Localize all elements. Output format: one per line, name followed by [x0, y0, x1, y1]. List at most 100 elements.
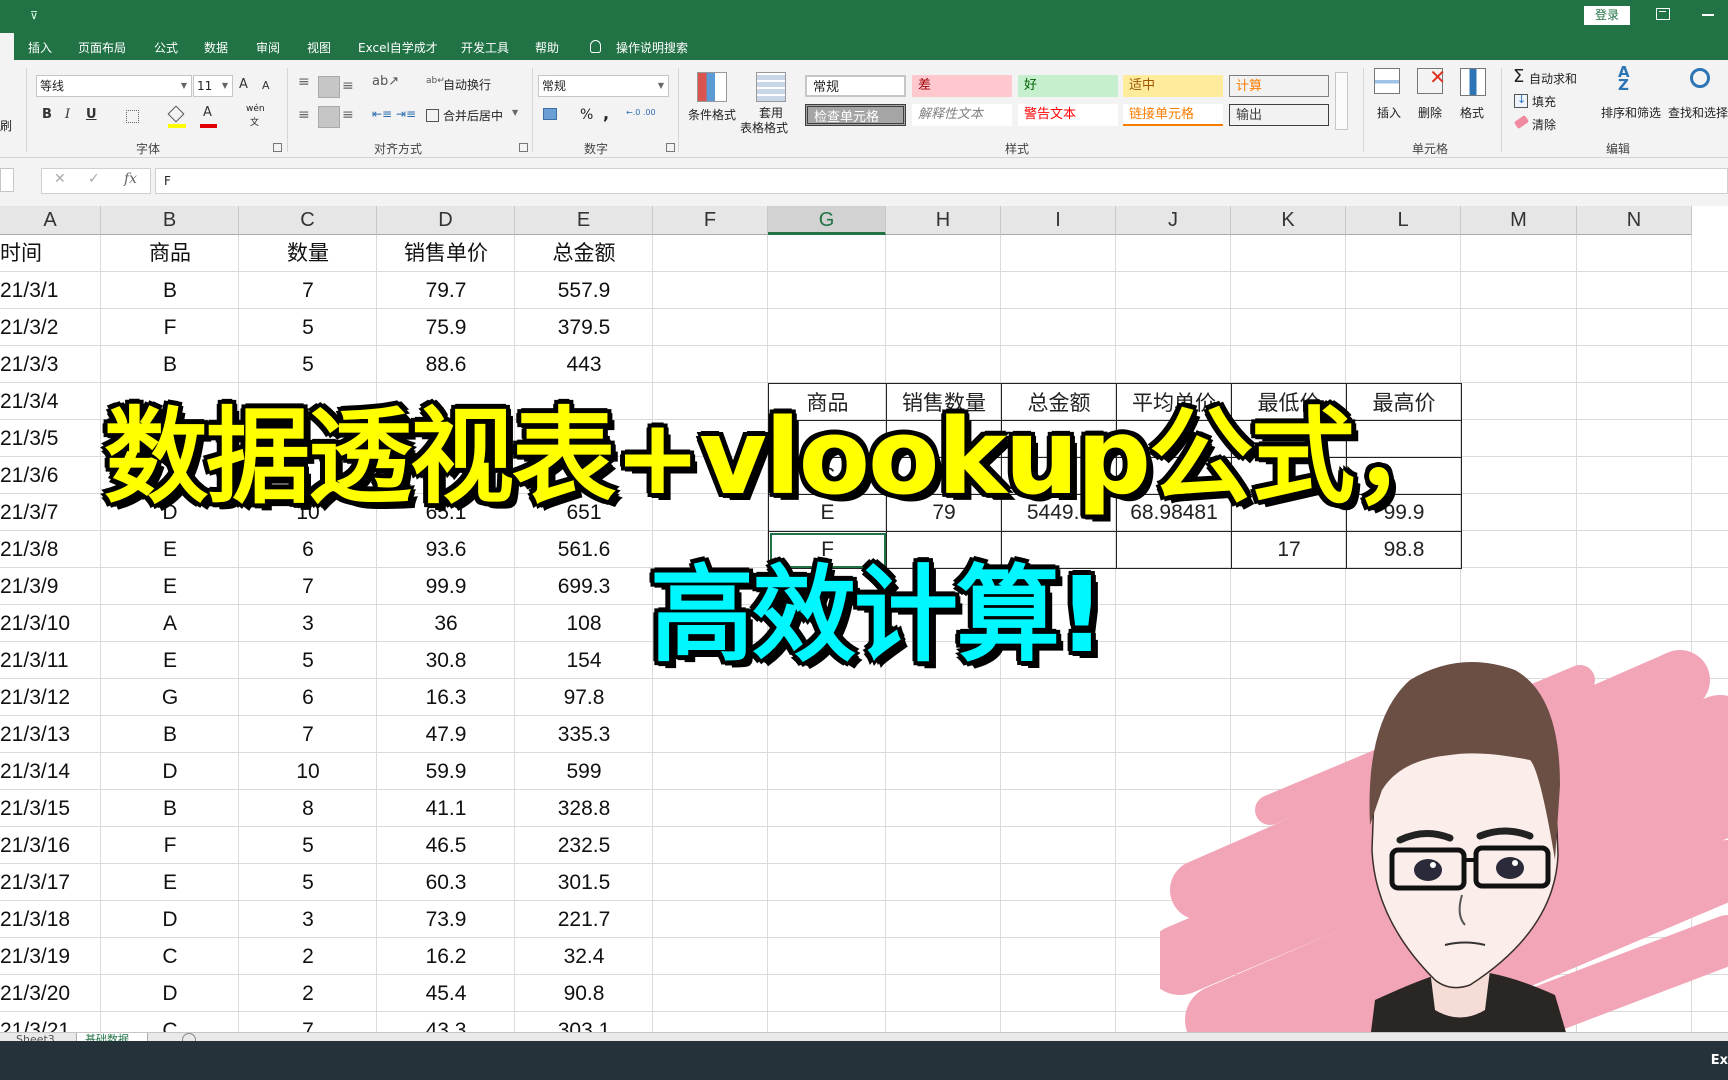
customize-qat-icon[interactable]: ⊽	[30, 9, 38, 22]
tell-me-search[interactable]: 操作说明搜索	[616, 39, 688, 56]
cell-quantity[interactable]: 5	[239, 864, 377, 901]
grow-font-button[interactable]: A	[239, 77, 248, 92]
increase-decimal-button[interactable]: ←.0 .00	[626, 108, 656, 117]
cell-date[interactable]: 21/3/5	[0, 420, 101, 457]
cell-date[interactable]: 21/3/10	[0, 605, 101, 642]
font-dialog-launcher[interactable]	[273, 143, 282, 152]
cell-total[interactable]: 97.8	[515, 679, 653, 716]
cell-date[interactable]: 21/3/21	[0, 1012, 101, 1033]
column-header-n[interactable]: N	[1577, 206, 1692, 235]
cell-unit-price[interactable]: 59.9	[377, 753, 515, 790]
cell-date[interactable]: 21/3/3	[0, 346, 101, 383]
shrink-font-button[interactable]: A	[262, 79, 270, 92]
cell-product[interactable]: E	[101, 568, 239, 605]
style-output[interactable]: 输出	[1229, 104, 1329, 126]
cell-date[interactable]: 21/3/4	[0, 383, 101, 420]
tab-page-layout[interactable]: 页面布局	[78, 39, 126, 56]
underline-button[interactable]: U	[86, 107, 97, 122]
fill-button[interactable]: 填充	[1532, 93, 1556, 110]
cell-unit-price[interactable]: 16.2	[377, 938, 515, 975]
merge-center-button[interactable]: 合并后居中	[443, 107, 503, 124]
alignment-dialog-launcher[interactable]	[519, 143, 528, 152]
align-left-icon[interactable]: ≡	[298, 107, 310, 123]
header-cell-unit-price[interactable]: 销售单价	[377, 235, 515, 272]
cell-date[interactable]: 21/3/12	[0, 679, 101, 716]
cell-quantity[interactable]: 6	[239, 679, 377, 716]
cell-total[interactable]: 108	[515, 605, 653, 642]
cell-quantity[interactable]: 2	[239, 975, 377, 1012]
fill-color-icon[interactable]	[167, 105, 185, 123]
format-as-table-button[interactable]: 表格格式	[740, 119, 788, 136]
cell-product[interactable]: F	[101, 827, 239, 864]
cell-quantity[interactable]: 5	[239, 827, 377, 864]
cell-product[interactable]: A	[101, 605, 239, 642]
cell-product[interactable]: C	[101, 938, 239, 975]
tab-help[interactable]: 帮助	[535, 39, 559, 56]
pivot-cell-min-price[interactable]: 17	[1231, 531, 1347, 569]
cell-total[interactable]: 232.5	[515, 827, 653, 864]
insert-function-icon[interactable]: fx	[124, 171, 137, 187]
cell-total[interactable]: 561.6	[515, 531, 653, 568]
column-header-j[interactable]: J	[1116, 206, 1231, 235]
font-color-button[interactable]: A	[203, 105, 212, 120]
cell-date[interactable]: 21/3/20	[0, 975, 101, 1012]
gallery-scrollbar[interactable]	[1335, 72, 1348, 130]
cell-quantity[interactable]: 5	[239, 309, 377, 346]
delete-cells-button[interactable]: 删除	[1418, 104, 1442, 121]
cell-product[interactable]: D	[101, 753, 239, 790]
cell-quantity[interactable]: 5	[239, 642, 377, 679]
style-neutral[interactable]: 适中	[1123, 75, 1223, 97]
cell-unit-price[interactable]: 30.8	[377, 642, 515, 679]
cell-unit-price[interactable]: 93.6	[377, 531, 515, 568]
header-cell-total[interactable]: 总金额	[515, 235, 653, 272]
cell-total[interactable]: 379.5	[515, 309, 653, 346]
column-header-e[interactable]: E	[515, 206, 653, 235]
cell-date[interactable]: 21/3/8	[0, 531, 101, 568]
cell-date[interactable]: 21/3/18	[0, 901, 101, 938]
cell-unit-price[interactable]: 79.7	[377, 272, 515, 309]
cell-product[interactable]: D	[101, 975, 239, 1012]
accounting-format-icon[interactable]	[543, 108, 557, 120]
cell-quantity[interactable]: 3	[239, 901, 377, 938]
sort-filter-button[interactable]: 排序和筛选	[1601, 104, 1661, 121]
cell-date[interactable]: 21/3/6	[0, 457, 101, 494]
cell-total[interactable]: 335.3	[515, 716, 653, 753]
bottom-align-icon[interactable]: ≡	[342, 78, 354, 94]
align-right-icon[interactable]: ≡	[342, 107, 354, 123]
cell-total[interactable]: 328.8	[515, 790, 653, 827]
login-button[interactable]: 登录	[1584, 6, 1630, 25]
style-bad[interactable]: 差	[912, 75, 1012, 97]
header-cell-quantity[interactable]: 数量	[239, 235, 377, 272]
cell-total[interactable]: 599	[515, 753, 653, 790]
wrap-text-button[interactable]: 自动换行	[443, 76, 491, 93]
column-header-b[interactable]: B	[101, 206, 239, 235]
tab-view[interactable]: 视图	[307, 39, 331, 56]
cell-unit-price[interactable]: 41.1	[377, 790, 515, 827]
column-header-l[interactable]: L	[1346, 206, 1461, 235]
pivot-cell-max-price[interactable]: 98.8	[1346, 531, 1462, 569]
style-check-cell[interactable]: 检查单元格	[805, 104, 906, 126]
borders-icon[interactable]	[126, 110, 139, 123]
cell-quantity[interactable]: 7	[239, 272, 377, 309]
cell-product[interactable]: E	[101, 531, 239, 568]
tab-formulas[interactable]: 公式	[154, 39, 178, 56]
insert-cells-button[interactable]: 插入	[1377, 104, 1401, 121]
autosum-button[interactable]: 自动求和	[1529, 70, 1577, 87]
cell-unit-price[interactable]: 43.3	[377, 1012, 515, 1033]
phonetic-guide-button[interactable]: wén	[246, 104, 265, 114]
tab-insert[interactable]: 插入	[28, 39, 52, 56]
cell-quantity[interactable]: 3	[239, 605, 377, 642]
style-explanatory-text[interactable]: 解释性文本	[912, 104, 1012, 126]
cell-product[interactable]: D	[101, 901, 239, 938]
cell-total[interactable]: 303.1	[515, 1012, 653, 1033]
header-cell-product[interactable]: 商品	[101, 235, 239, 272]
cell-unit-price[interactable]: 45.4	[377, 975, 515, 1012]
cell-unit-price[interactable]: 60.3	[377, 864, 515, 901]
enter-icon[interactable]: ✓	[88, 171, 100, 187]
format-painter-label[interactable]: 刷	[0, 117, 12, 134]
cell-product[interactable]: F	[101, 309, 239, 346]
middle-align-button[interactable]	[318, 76, 340, 98]
column-header-d[interactable]: D	[377, 206, 515, 235]
cell-total[interactable]: 221.7	[515, 901, 653, 938]
cell-total[interactable]: 699.3	[515, 568, 653, 605]
